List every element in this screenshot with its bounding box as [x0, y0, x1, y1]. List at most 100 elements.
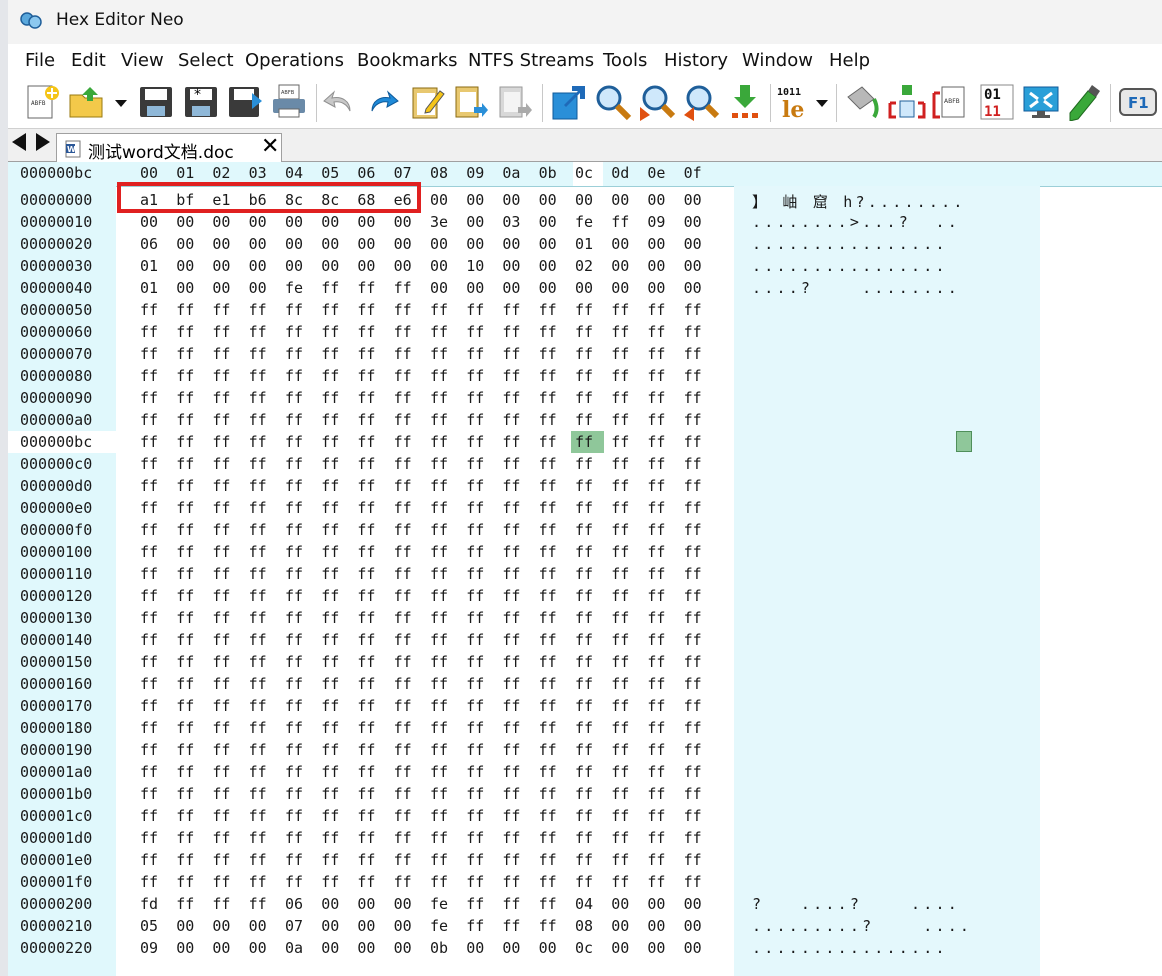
hex-byte[interactable]: ff [394, 675, 412, 693]
hex-byte[interactable]: ff [684, 587, 702, 605]
hex-byte[interactable]: ff [611, 741, 629, 759]
hex-byte[interactable]: ff [647, 763, 665, 781]
hex-byte[interactable]: ff [611, 301, 629, 319]
hex-byte[interactable]: ff [212, 785, 230, 803]
hex-byte[interactable]: ff [647, 719, 665, 737]
hex-byte[interactable]: ff [647, 499, 665, 517]
hex-byte[interactable]: ff [285, 455, 303, 473]
hex-byte[interactable]: ff [321, 653, 339, 671]
hex-byte[interactable]: ff [575, 499, 593, 517]
hex-byte[interactable]: ff [285, 873, 303, 891]
hex-byte[interactable]: ff [321, 807, 339, 825]
hex-byte[interactable]: ff [321, 323, 339, 341]
hex-byte[interactable]: ff [466, 323, 484, 341]
hex-byte[interactable]: 00 [466, 191, 484, 209]
hex-byte[interactable]: ff [394, 851, 412, 869]
hex-byte[interactable]: ff [357, 433, 375, 451]
hex-byte[interactable]: ff [430, 345, 448, 363]
hex-byte[interactable]: ff [684, 807, 702, 825]
hex-byte[interactable]: ff [140, 631, 158, 649]
hex-byte[interactable]: 00 [684, 213, 702, 231]
hex-byte[interactable]: ff [285, 411, 303, 429]
hex-byte[interactable]: ff [285, 477, 303, 495]
hex-byte[interactable]: ff [357, 499, 375, 517]
hex-byte[interactable]: ff [647, 609, 665, 627]
hex-byte[interactable]: ff [611, 587, 629, 605]
hex-byte[interactable]: fe [285, 279, 303, 297]
hex-byte[interactable]: ff [140, 565, 158, 583]
hex-byte[interactable]: ff [176, 675, 194, 693]
hex-byte[interactable]: 00 [357, 939, 375, 957]
hex-byte[interactable]: ff [466, 543, 484, 561]
cut-icon[interactable] [496, 83, 534, 121]
hex-byte[interactable]: 00 [539, 191, 557, 209]
hex-byte[interactable]: ff [176, 455, 194, 473]
hex-byte[interactable]: ff [611, 367, 629, 385]
hex-byte[interactable]: ff [140, 697, 158, 715]
hex-byte[interactable]: ff [575, 411, 593, 429]
hex-byte[interactable]: ff [249, 653, 267, 671]
hex-byte[interactable]: 00 [647, 895, 665, 913]
hex-byte[interactable]: ff [357, 631, 375, 649]
hex-byte[interactable]: ff [539, 521, 557, 539]
hex-byte[interactable]: ff [176, 763, 194, 781]
hex-byte[interactable]: ff [285, 521, 303, 539]
hex-byte[interactable]: fd [140, 895, 158, 913]
hex-byte[interactable]: ff [394, 873, 412, 891]
hex-byte[interactable]: ff [502, 455, 520, 473]
hex-byte[interactable]: 00 [684, 257, 702, 275]
hex-byte[interactable]: ff [212, 323, 230, 341]
hex-byte[interactable]: ff [249, 609, 267, 627]
hex-byte[interactable]: ff [249, 587, 267, 605]
hex-byte[interactable]: ff [430, 807, 448, 825]
hex-byte[interactable]: ff [575, 367, 593, 385]
find-icon[interactable] [594, 83, 632, 121]
hex-byte[interactable]: ff [357, 587, 375, 605]
hex-byte[interactable]: ff [321, 521, 339, 539]
hex-byte[interactable]: ff [647, 565, 665, 583]
hex-byte[interactable]: ff [539, 455, 557, 473]
menu-ntfs-streams[interactable]: NTFS Streams [468, 50, 594, 71]
hex-byte[interactable]: 00 [466, 939, 484, 957]
hex-byte[interactable]: ff [502, 653, 520, 671]
hex-byte[interactable]: ff [176, 389, 194, 407]
hex-byte[interactable]: ff [357, 829, 375, 847]
hex-byte[interactable]: ff [394, 697, 412, 715]
hex-byte[interactable]: ff [176, 807, 194, 825]
hex-byte[interactable]: ff [611, 807, 629, 825]
undo-icon[interactable] [320, 83, 358, 121]
highlighter-icon[interactable] [1066, 83, 1104, 121]
fullscreen-icon[interactable] [1022, 83, 1060, 121]
hex-byte[interactable]: ff [647, 587, 665, 605]
hex-byte[interactable]: ff [249, 895, 267, 913]
hex-byte[interactable]: ff [611, 785, 629, 803]
hex-byte[interactable]: 00 [394, 895, 412, 913]
hex-byte[interactable]: ff [140, 675, 158, 693]
hex-byte[interactable]: ff [285, 851, 303, 869]
hex-byte[interactable]: ff [611, 763, 629, 781]
hex-byte[interactable]: ff [212, 455, 230, 473]
hex-byte[interactable]: ff [430, 851, 448, 869]
hex-byte[interactable]: ff [539, 851, 557, 869]
hex-byte[interactable]: ff [502, 741, 520, 759]
hex-byte[interactable]: ff [212, 653, 230, 671]
hex-byte[interactable]: 00 [647, 235, 665, 253]
hex-byte[interactable]: ff [357, 455, 375, 473]
hex-byte[interactable]: ff [285, 785, 303, 803]
hex-byte[interactable]: ff [611, 631, 629, 649]
hex-byte[interactable]: ff [357, 609, 375, 627]
hex-byte[interactable]: 00 [212, 279, 230, 297]
hex-byte[interactable]: ff [430, 543, 448, 561]
hex-byte[interactable]: ff [466, 653, 484, 671]
hex-byte[interactable]: ff [466, 697, 484, 715]
hex-byte[interactable]: ff [140, 301, 158, 319]
hex-byte[interactable]: ff [539, 697, 557, 715]
hex-byte[interactable]: 06 [285, 895, 303, 913]
hex-byte[interactable]: ff [684, 455, 702, 473]
hex-byte[interactable]: ff [357, 323, 375, 341]
hex-byte[interactable]: ff [285, 345, 303, 363]
hex-byte[interactable]: ff [176, 829, 194, 847]
hex-byte[interactable]: ff [539, 785, 557, 803]
hex-byte[interactable]: ff [466, 917, 484, 935]
hex-byte[interactable]: ff [684, 719, 702, 737]
